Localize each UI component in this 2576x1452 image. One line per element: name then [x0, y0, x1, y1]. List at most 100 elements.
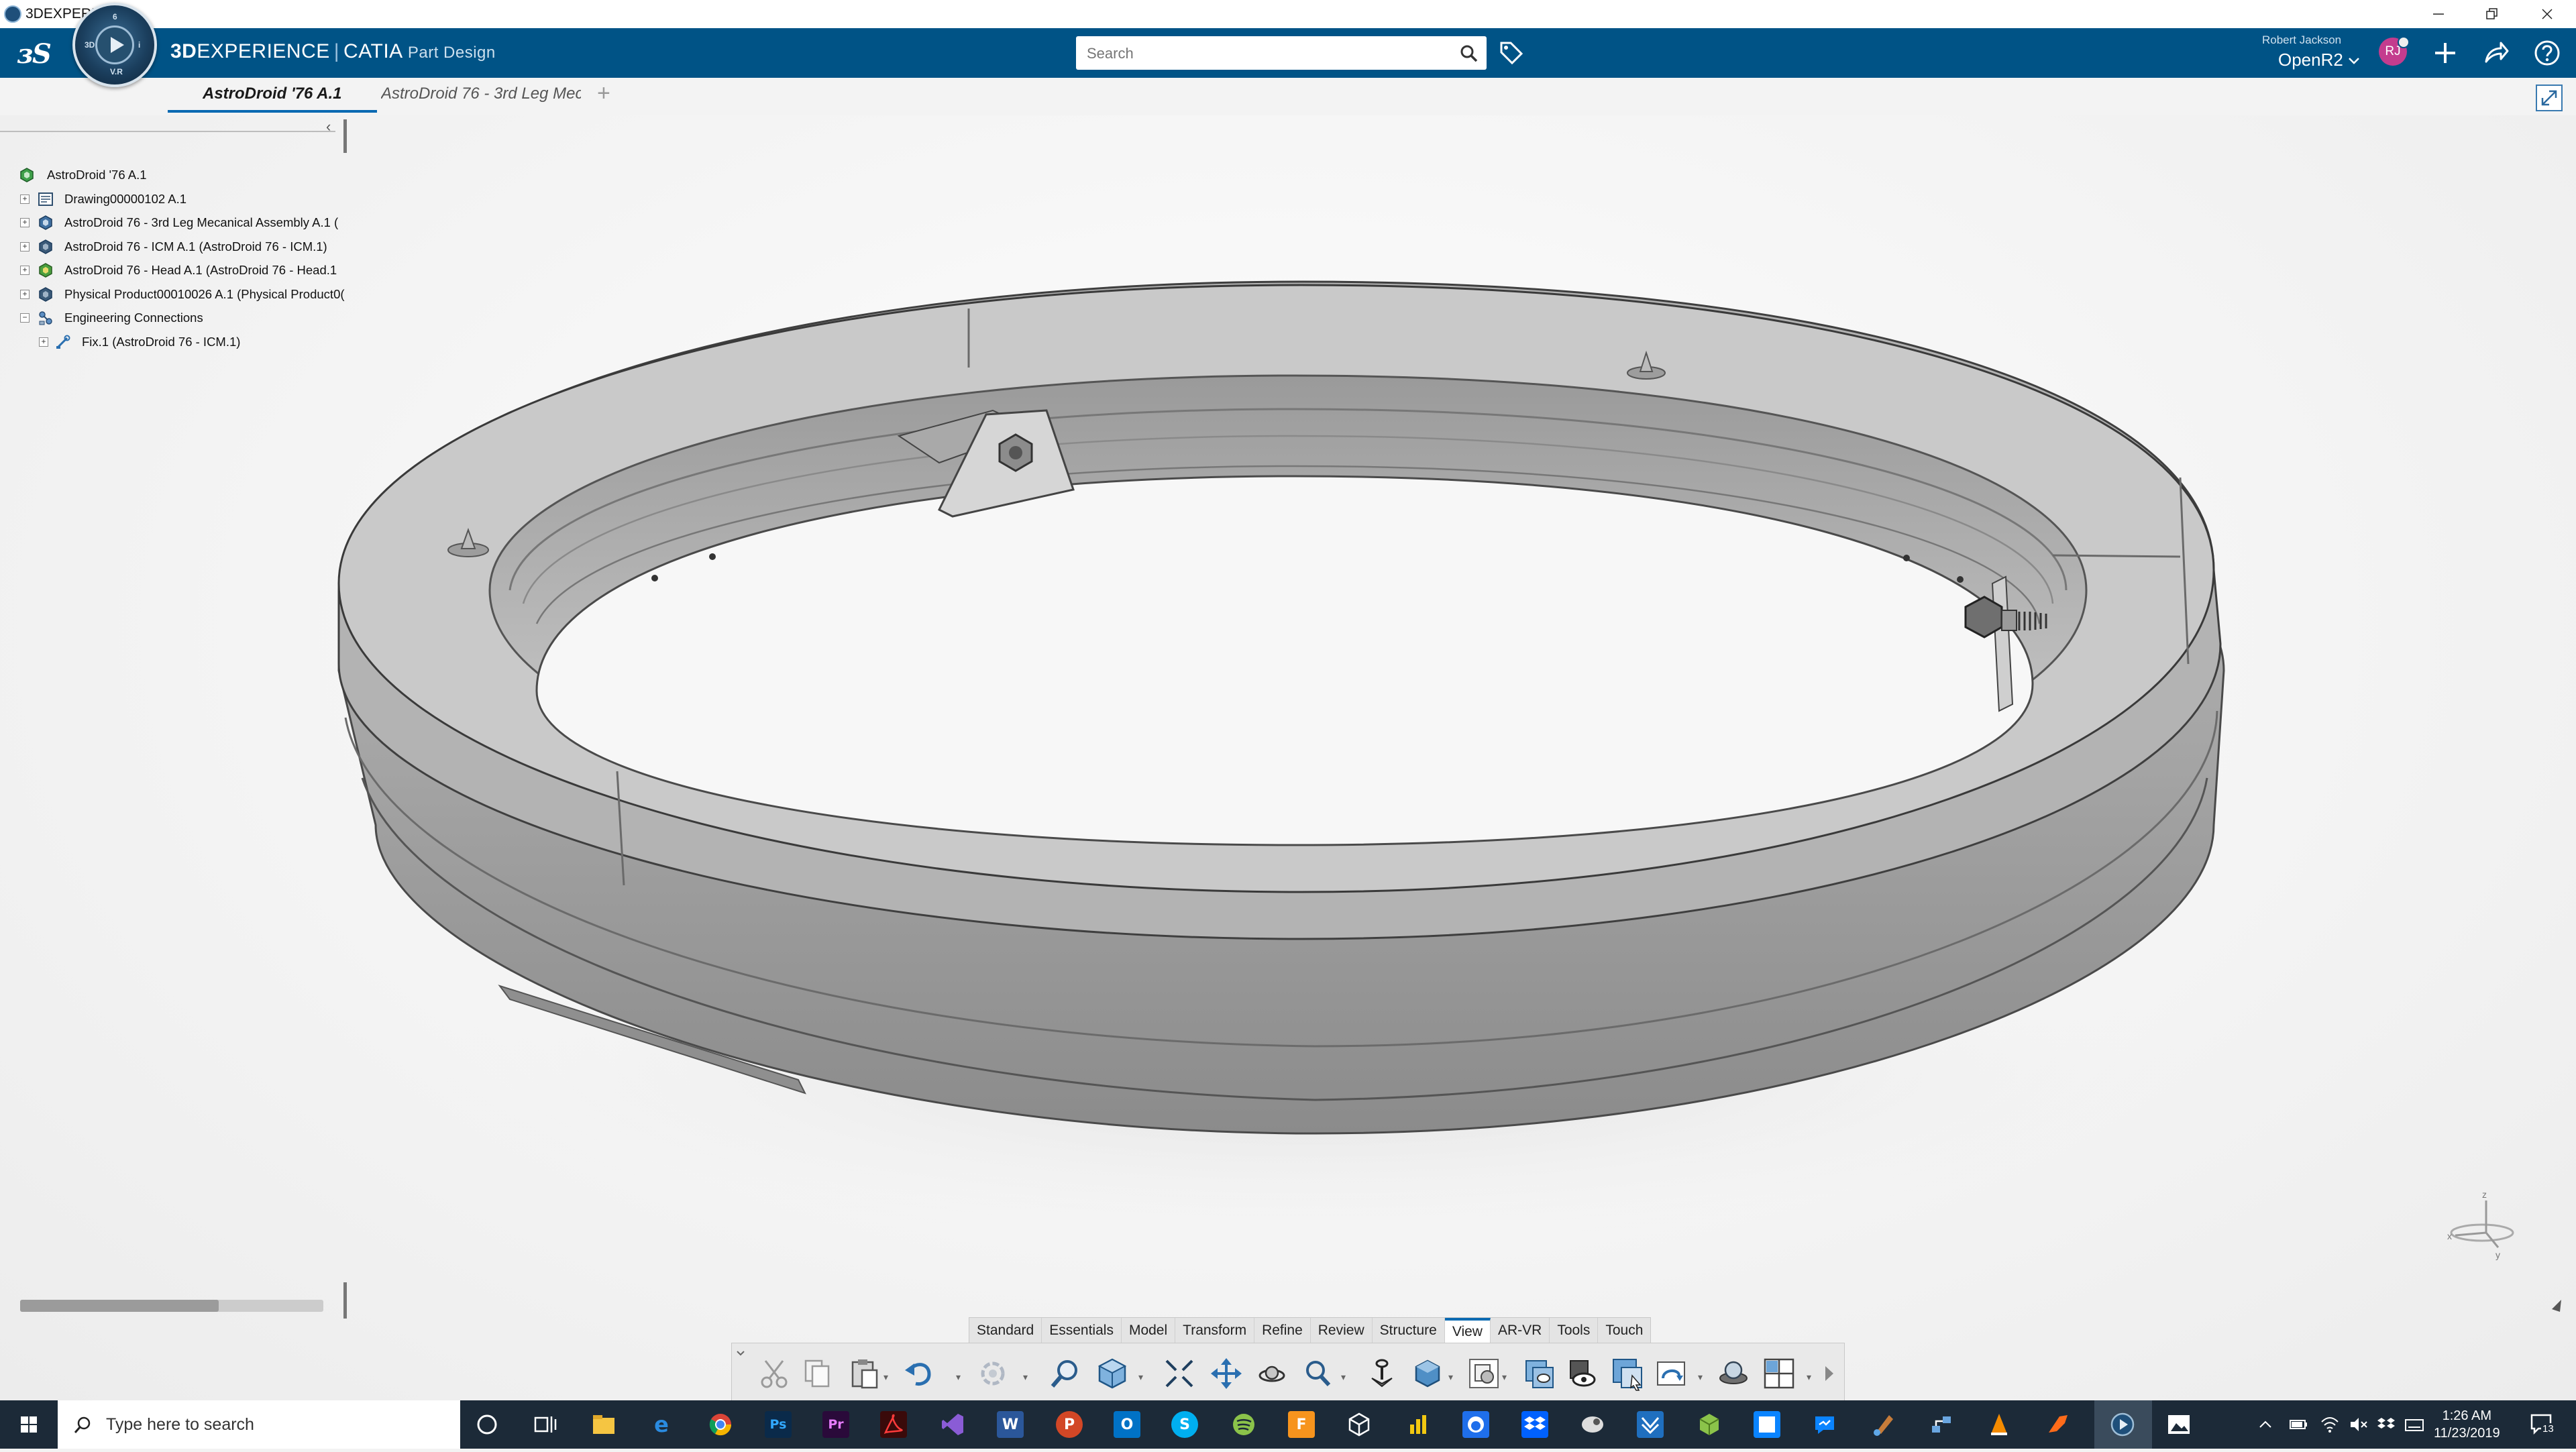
fit-all-button[interactable] [1161, 1355, 1197, 1392]
paint-icon[interactable] [1870, 1411, 1897, 1438]
collapse-icon[interactable]: − [20, 313, 30, 323]
volume-muted-icon[interactable] [2348, 1411, 2368, 1438]
avatar[interactable]: RJ [2379, 36, 2410, 66]
show-hide-button[interactable] [1609, 1355, 1646, 1392]
restore-button[interactable] [2462, 0, 2522, 28]
fusion-icon[interactable]: F [1288, 1411, 1315, 1438]
expand-icon[interactable]: + [20, 218, 30, 227]
tree-splitter[interactable] [343, 119, 347, 153]
tree-node[interactable]: + Physical Product00010026 A.1 (Physical… [17, 283, 346, 307]
render-dropdown-icon[interactable]: ▾ [1448, 1372, 1453, 1383]
ring-model[interactable]: x y z [0, 115, 2576, 1400]
zoom-area-button[interactable] [1047, 1355, 1083, 1392]
layout-dropdown-icon[interactable]: ▾ [1807, 1372, 1811, 1383]
section-ar-vr[interactable]: AR-VR [1491, 1318, 1550, 1343]
action-center-button[interactable]: 13 [2529, 1410, 2563, 1439]
lighting-button[interactable] [1715, 1355, 1752, 1392]
visual-studio-icon[interactable] [939, 1411, 966, 1438]
section-transform[interactable]: Transform [1175, 1318, 1255, 1343]
plus-icon[interactable] [2431, 39, 2459, 67]
paste-button[interactable] [846, 1355, 882, 1392]
section-essentials[interactable]: Essentials [1042, 1318, 1122, 1343]
section-refine[interactable]: Refine [1254, 1318, 1311, 1343]
expand-icon[interactable]: + [20, 266, 30, 275]
undo-button[interactable] [901, 1355, 937, 1392]
play-icon[interactable] [95, 25, 134, 64]
scrollbar-thumb[interactable] [20, 1300, 219, 1312]
expand-icon[interactable]: + [20, 289, 30, 299]
photoshop-icon[interactable]: Ps [765, 1411, 792, 1438]
expand-icon[interactable]: + [20, 241, 30, 252]
premiere-icon[interactable]: Pr [822, 1411, 849, 1438]
powerpoint-icon[interactable]: P [1056, 1411, 1083, 1438]
messenger-icon[interactable] [1811, 1411, 1838, 1438]
tree-node[interactable]: + AstroDroid 76 - Head A.1 (AstroDroid 7… [17, 259, 346, 283]
ambiance-dropdown-icon[interactable]: ▾ [1698, 1372, 1703, 1383]
edge-icon[interactable]: e [648, 1411, 675, 1438]
section-view[interactable]: View [1444, 1318, 1491, 1343]
section-tools[interactable]: Tools [1550, 1318, 1599, 1343]
inkscape-icon[interactable] [1579, 1411, 1606, 1438]
tree-node-root[interactable]: AstroDroid '76 A.1 [17, 164, 346, 188]
tree-horizontal-scrollbar[interactable] [20, 1300, 323, 1312]
fullscreen-button[interactable] [2536, 85, 2563, 111]
paste-dropdown-icon[interactable]: ▾ [883, 1372, 888, 1383]
pan-button[interactable] [1208, 1355, 1244, 1392]
add-tab-button[interactable]: + [597, 80, 610, 107]
search-icon[interactable] [1460, 44, 1479, 63]
layout-button[interactable] [1761, 1355, 1797, 1392]
zoom-dropdown-icon[interactable]: ▾ [1341, 1372, 1346, 1383]
render-style-button[interactable] [1409, 1355, 1446, 1392]
keyboard-icon[interactable] [2404, 1411, 2424, 1438]
tree-bottom-splitter[interactable] [343, 1282, 347, 1319]
taskbar-search[interactable]: Type here to search [58, 1400, 460, 1449]
tree-node[interactable]: + Drawing00000102 A.1 [17, 188, 346, 212]
cube-icon[interactable] [1696, 1411, 1723, 1438]
spotify-icon[interactable] [1230, 1411, 1257, 1438]
github-icon[interactable] [1462, 1411, 1489, 1438]
3dexperience-icon[interactable] [2109, 1411, 2136, 1438]
capture-dropdown-icon[interactable]: ▾ [1502, 1372, 1507, 1383]
expand-icon[interactable]: + [20, 194, 30, 204]
tray-overflow-icon[interactable] [2257, 1411, 2274, 1438]
tag-icon[interactable] [1497, 39, 1524, 66]
cut-button[interactable] [756, 1355, 792, 1392]
zoom-button[interactable] [1299, 1355, 1336, 1392]
update-dropdown-icon[interactable]: ▾ [1023, 1372, 1028, 1383]
tree-node[interactable]: + AstroDroid 76 - ICM A.1 (AstroDroid 76… [17, 235, 346, 260]
share-icon[interactable] [2482, 39, 2510, 67]
acrobat-icon[interactable] [880, 1411, 907, 1438]
chrome-icon[interactable] [707, 1411, 734, 1438]
compass-widget[interactable]: 3D V.R i 6 [72, 3, 157, 87]
close-button[interactable] [2517, 0, 2576, 28]
cortana-icon[interactable] [474, 1411, 500, 1438]
search-box[interactable] [1076, 36, 1487, 70]
vmware-icon[interactable] [1346, 1411, 1373, 1438]
tab-3rd-leg[interactable]: AstroDroid 76 - 3rd Leg Mec [381, 85, 581, 111]
wifi-icon[interactable] [2320, 1411, 2340, 1438]
vlc-icon[interactable] [1986, 1411, 2012, 1438]
sticky-icon[interactable] [1754, 1411, 1780, 1438]
view-dropdown-icon[interactable]: ▾ [1138, 1372, 1143, 1383]
3d-viewport[interactable]: x y z [0, 115, 2576, 1400]
axis-triad[interactable]: x y z [2447, 1189, 2514, 1260]
powerbi-icon[interactable] [1405, 1411, 1432, 1438]
ambiance-button[interactable] [1654, 1355, 1690, 1392]
section-standard[interactable]: Standard [969, 1318, 1042, 1343]
photos-icon[interactable] [2165, 1411, 2192, 1438]
dropbox-icon[interactable] [1521, 1411, 1548, 1438]
system-clock[interactable]: 1:26 AM 11/23/2019 [2434, 1407, 2500, 1442]
section-model[interactable]: Model [1122, 1318, 1176, 1343]
battery-icon[interactable] [2289, 1411, 2309, 1438]
view-cube-button[interactable] [1094, 1355, 1130, 1392]
swap-visible-button[interactable] [1565, 1355, 1601, 1392]
undo-dropdown-icon[interactable]: ▾ [956, 1372, 961, 1383]
fortify-icon[interactable] [2045, 1411, 2072, 1438]
copy-button[interactable] [799, 1355, 835, 1392]
network-icon[interactable] [1928, 1411, 1955, 1438]
dassault-logo-icon[interactable]: ɜ S [15, 36, 55, 70]
outlook-icon[interactable]: O [1114, 1411, 1140, 1438]
skype-icon[interactable]: S [1171, 1411, 1198, 1438]
expand-icon[interactable]: + [39, 337, 48, 347]
task-view-icon[interactable] [531, 1411, 558, 1438]
